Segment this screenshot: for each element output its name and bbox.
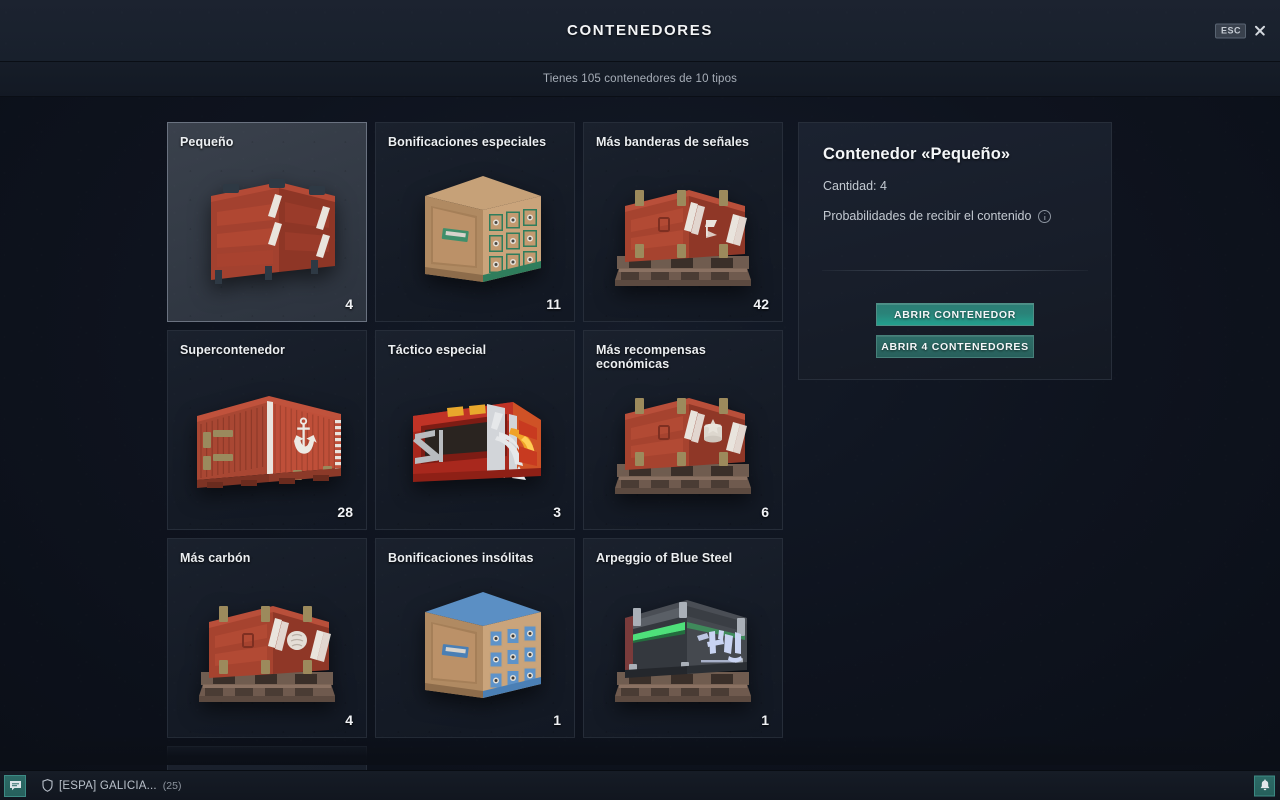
container-card[interactable]: Más banderas de señales 42 — [583, 122, 783, 322]
crate-pallet-flag-icon — [584, 161, 782, 295]
detail-title: Contenedor «Pequeño» — [823, 145, 1011, 163]
container-card[interactable]: Más recompensas económicas 6 — [583, 330, 783, 530]
crate-red-wood-icon — [168, 161, 366, 295]
container-card[interactable]: Bonificaciones especiales 11 — [375, 122, 575, 322]
container-card-count: 28 — [337, 504, 353, 520]
container-card-title: Táctico especial — [388, 343, 487, 357]
container-card-title: Más banderas de señales — [596, 135, 750, 149]
container-card-title: Supercontenedor — [180, 343, 285, 357]
inventory-summary: Tienes 105 contenedores de 10 tipos — [542, 73, 738, 85]
container-card-count: 42 — [753, 296, 769, 312]
chat-icon[interactable] — [4, 774, 26, 797]
crate-arpeggio-icon — [584, 577, 782, 711]
bottom-bar: [ESPA] GALICIA... (25) — [0, 770, 1280, 800]
crate-pallet-coal-icon — [168, 577, 366, 711]
container-detail-panel: Contenedor «Pequeño» Cantidad: 4 Probabi… — [798, 122, 1112, 380]
clan-info[interactable]: [ESPA] GALICIA... (25) — [42, 779, 181, 792]
clan-shield-icon — [42, 779, 53, 792]
container-card-count: 4 — [345, 712, 353, 728]
cabinet-green-icon — [376, 161, 574, 295]
clan-online-count: (25) — [162, 779, 182, 792]
bell-icon[interactable] — [1254, 775, 1275, 796]
tactical-red-icon — [376, 369, 574, 503]
container-card-title: Más carbón — [180, 551, 251, 565]
close-controls: ESC — [1214, 23, 1266, 38]
esc-key-badge: ESC — [1214, 23, 1246, 38]
container-card-count: 1 — [761, 712, 769, 728]
cabinet-blue-icon — [376, 577, 574, 711]
container-card[interactable]: Supercontenedor 28 — [167, 330, 367, 530]
open-all-containers-button[interactable]: ABRIR 4 CONTENEDORES — [876, 335, 1034, 358]
container-card[interactable]: Arpeggio of Blue Steel 1 — [583, 538, 783, 738]
container-card-title: Bonificaciones especiales — [388, 135, 547, 149]
detail-actions: ABRIR CONTENEDOR ABRIR 4 CONTENEDORES — [799, 303, 1111, 358]
container-card-count: 11 — [546, 296, 561, 312]
detail-probabilities-row[interactable]: Probabilidades de recibir el contenido — [823, 209, 1087, 223]
info-icon[interactable] — [1038, 209, 1052, 223]
container-card[interactable]: Pequeño 4 — [167, 122, 367, 322]
window-header: CONTENEDORES ESC — [0, 0, 1280, 62]
subheader-bar: Tienes 105 contenedores de 10 tipos — [0, 62, 1280, 97]
crate-pallet-coin-icon — [584, 369, 782, 503]
container-card-count: 4 — [345, 296, 353, 312]
container-card-title: Pequeño — [180, 135, 234, 149]
detail-probabilities-label: Probabilidades de recibir el contenido — [823, 209, 1032, 223]
container-grid: Pequeño 4 Bonificaciones especiales 11 M… — [167, 122, 783, 800]
container-card[interactable]: Más carbón 4 — [167, 538, 367, 738]
container-card-title: Arpeggio of Blue Steel — [596, 551, 733, 565]
detail-quantity: Cantidad: 4 — [823, 179, 887, 193]
close-icon[interactable] — [1253, 24, 1266, 37]
shipping-anchor-icon — [168, 369, 366, 503]
open-container-button[interactable]: ABRIR CONTENEDOR — [876, 303, 1034, 326]
container-card-title: Bonificaciones insólitas — [388, 551, 534, 565]
page-title: CONTENEDORES — [567, 22, 713, 39]
container-card-count: 6 — [761, 504, 769, 520]
clan-name: [ESPA] GALICIA... — [59, 779, 157, 792]
divider — [822, 270, 1088, 271]
container-card-count: 3 — [553, 504, 561, 520]
container-card[interactable]: Bonificaciones insólitas 1 — [375, 538, 575, 738]
container-card-count: 1 — [553, 712, 561, 728]
containers-screen: CONTENEDORES ESC Tienes 105 contenedores… — [0, 0, 1280, 800]
container-card[interactable]: Táctico especial 3 — [375, 330, 575, 530]
container-card-title: Más recompensas económicas — [596, 343, 706, 372]
